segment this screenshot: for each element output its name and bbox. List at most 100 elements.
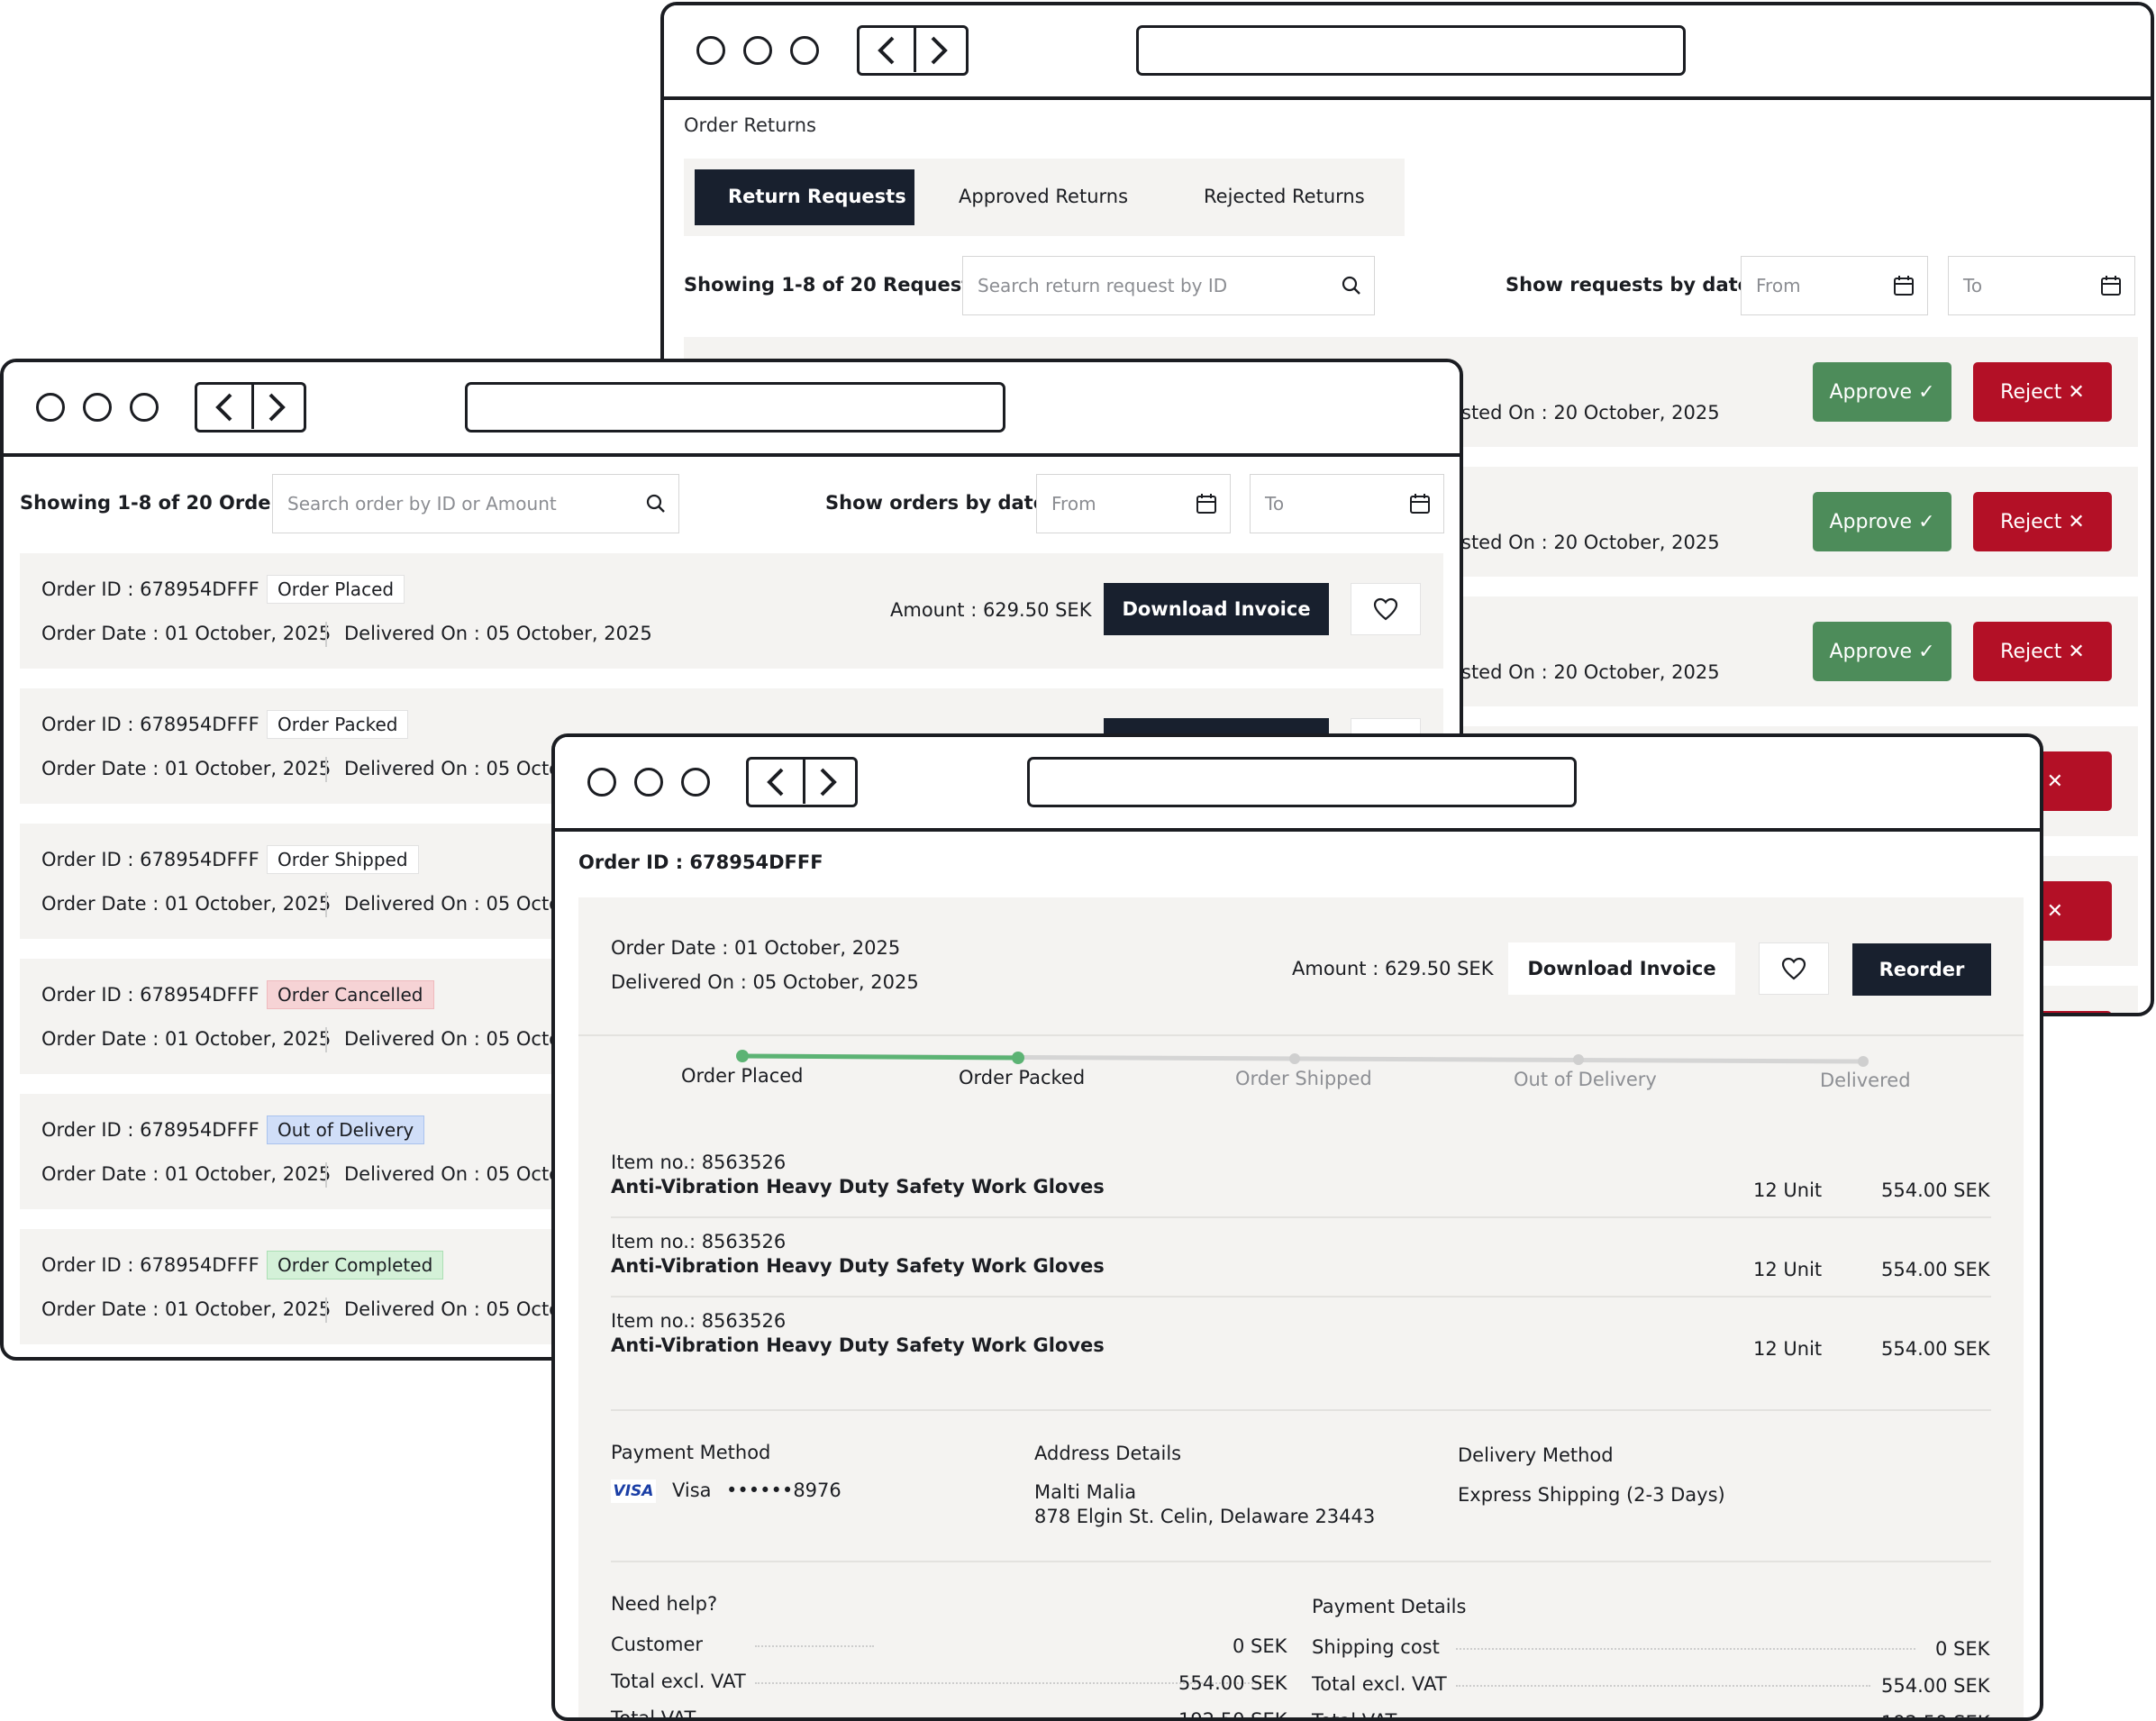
window-close-dot[interactable] xyxy=(36,393,65,422)
window-minimize-dot[interactable] xyxy=(83,393,112,422)
date-filter-label: Show requests by date xyxy=(1506,274,1751,296)
help-row-label: Total VAT xyxy=(611,1707,696,1721)
progress-dot-pending xyxy=(1289,1053,1300,1064)
address-line: 878 Elgin St. Celin, Delaware 23443 xyxy=(1034,1506,1376,1527)
close-icon: ✕ xyxy=(2046,769,2064,793)
payment-row-value: 554.00 SEK xyxy=(1881,1675,1990,1697)
reject-button[interactable]: Reject ✕ xyxy=(1973,362,2112,422)
from-date-input[interactable]: From xyxy=(1036,474,1231,533)
section-divider xyxy=(611,1409,1991,1411)
order-id: Order ID : 678954DFFF xyxy=(41,578,259,600)
approve-label: Approve xyxy=(1829,510,1913,533)
button-label: Reorder xyxy=(1879,959,1965,980)
item-price: 554.00 SEK xyxy=(1881,1338,1990,1360)
window-maximize-dot[interactable] xyxy=(790,36,819,65)
to-date-input[interactable]: To xyxy=(1948,256,2135,315)
need-help-label: Need help? xyxy=(611,1593,718,1615)
wishlist-button[interactable] xyxy=(1759,942,1829,995)
order-date: Order Date : 01 October, 2025 xyxy=(611,937,901,959)
calendar-icon xyxy=(2101,276,2121,296)
nav-buttons xyxy=(857,25,969,76)
address-bar[interactable] xyxy=(1027,757,1577,807)
progress-dot-pending xyxy=(1858,1056,1869,1067)
order-detail-window: Order ID : 678954DFFF Order Date : 01 Oc… xyxy=(551,733,2043,1721)
address-bar[interactable] xyxy=(1136,25,1686,76)
order-id: Order ID : 678954DFFF xyxy=(41,1254,259,1276)
reorder-button[interactable]: Reorder xyxy=(1852,943,1991,996)
close-icon: ✕ xyxy=(2068,380,2085,404)
forward-button[interactable] xyxy=(250,385,304,429)
chevron-right-icon xyxy=(931,36,948,64)
reject-button[interactable]: Reject ✕ xyxy=(1973,622,2112,681)
wishlist-button[interactable] xyxy=(1351,583,1421,635)
search-placeholder: Search return request by ID xyxy=(978,275,1228,296)
order-id: Order ID : 678954DFFF xyxy=(41,1119,259,1141)
delivered-on: Delivered On : 05 October, 2025 xyxy=(344,623,652,644)
leader-dots xyxy=(755,1645,874,1647)
divider xyxy=(325,1027,327,1052)
window-minimize-dot[interactable] xyxy=(634,768,663,797)
status-badge-completed: Order Completed xyxy=(267,1251,444,1279)
item-divider xyxy=(611,1296,1991,1298)
delivered-on: Delivered On : 05 Octob xyxy=(344,1298,573,1320)
back-button[interactable] xyxy=(749,760,805,804)
from-date-input[interactable]: From xyxy=(1741,256,1928,315)
visa-logo: VISA xyxy=(611,1480,656,1503)
payment-row-label: Total excl. VAT xyxy=(1312,1673,1447,1695)
tab-approved-returns[interactable]: Approved Returns xyxy=(959,186,1128,207)
close-icon: ✕ xyxy=(2068,510,2085,533)
approve-button[interactable]: Approve ✓ xyxy=(1813,622,1951,681)
heart-icon xyxy=(1373,597,1398,621)
reject-button[interactable]: Reject ✕ xyxy=(1973,492,2112,551)
address-bar[interactable] xyxy=(465,382,1005,433)
forward-button[interactable] xyxy=(912,28,966,72)
order-date: Order Date : 01 October, 2025 xyxy=(41,1298,332,1320)
order-amount: Amount : 629.50 SEK xyxy=(890,599,1092,621)
back-button[interactable] xyxy=(197,385,254,429)
window-minimize-dot[interactable] xyxy=(743,36,772,65)
window-close-dot[interactable] xyxy=(696,36,725,65)
help-row-label: Total excl. VAT xyxy=(611,1671,746,1692)
divider xyxy=(325,1162,327,1188)
item-price: 554.00 SEK xyxy=(1881,1259,1990,1280)
divider xyxy=(325,1298,327,1323)
requested-on: sted On : 20 October, 2025 xyxy=(1461,402,1720,423)
divider xyxy=(325,622,327,647)
download-invoice-button[interactable]: Download Invoice xyxy=(1508,942,1735,995)
help-row-value: 554.00 SEK xyxy=(1178,1672,1287,1694)
search-order-input[interactable]: Search order by ID or Amount xyxy=(272,474,679,533)
visa-text: VISA xyxy=(613,1482,654,1500)
order-id: Order ID : 678954DFFF xyxy=(41,984,259,1006)
chevron-left-icon xyxy=(215,393,232,421)
approve-button[interactable]: Approve ✓ xyxy=(1813,492,1951,551)
tab-rejected-returns[interactable]: Rejected Returns xyxy=(1204,186,1365,207)
window-close-dot[interactable] xyxy=(587,768,616,797)
to-placeholder: To xyxy=(1265,493,1285,514)
status-badge: Order Packed xyxy=(267,710,409,739)
nav-buttons xyxy=(746,757,858,807)
progress-step-label: Delivered xyxy=(1820,1070,1911,1091)
browser-chrome xyxy=(555,737,2040,832)
forward-button[interactable] xyxy=(801,760,855,804)
window-maximize-dot[interactable] xyxy=(130,393,159,422)
divider xyxy=(325,892,327,917)
requested-on: sted On : 20 October, 2025 xyxy=(1461,532,1720,553)
order-date: Order Date : 01 October, 2025 xyxy=(41,893,332,915)
order-detail-panel xyxy=(578,897,2024,1717)
approve-button[interactable]: Approve ✓ xyxy=(1813,362,1951,422)
window-maximize-dot[interactable] xyxy=(681,768,710,797)
address-name: Malti Malia xyxy=(1034,1481,1137,1503)
reject-label: Reject xyxy=(2000,380,2062,404)
chevron-right-icon xyxy=(820,768,837,796)
order-date: Order Date : 01 October, 2025 xyxy=(41,1163,332,1185)
back-button[interactable] xyxy=(860,28,916,72)
search-return-input[interactable]: Search return request by ID xyxy=(962,256,1375,315)
download-invoice-button[interactable]: Download Invoice xyxy=(1104,583,1329,635)
progress-dot-pending xyxy=(1573,1054,1584,1065)
to-date-input[interactable]: To xyxy=(1250,474,1444,533)
button-label: Download Invoice xyxy=(1122,598,1311,620)
status-badge: Order Shipped xyxy=(267,845,419,874)
payment-method-label: Payment Method xyxy=(611,1442,771,1463)
approve-label: Approve xyxy=(1829,380,1913,404)
item-number: Item no.: 8563526 xyxy=(611,1310,787,1332)
